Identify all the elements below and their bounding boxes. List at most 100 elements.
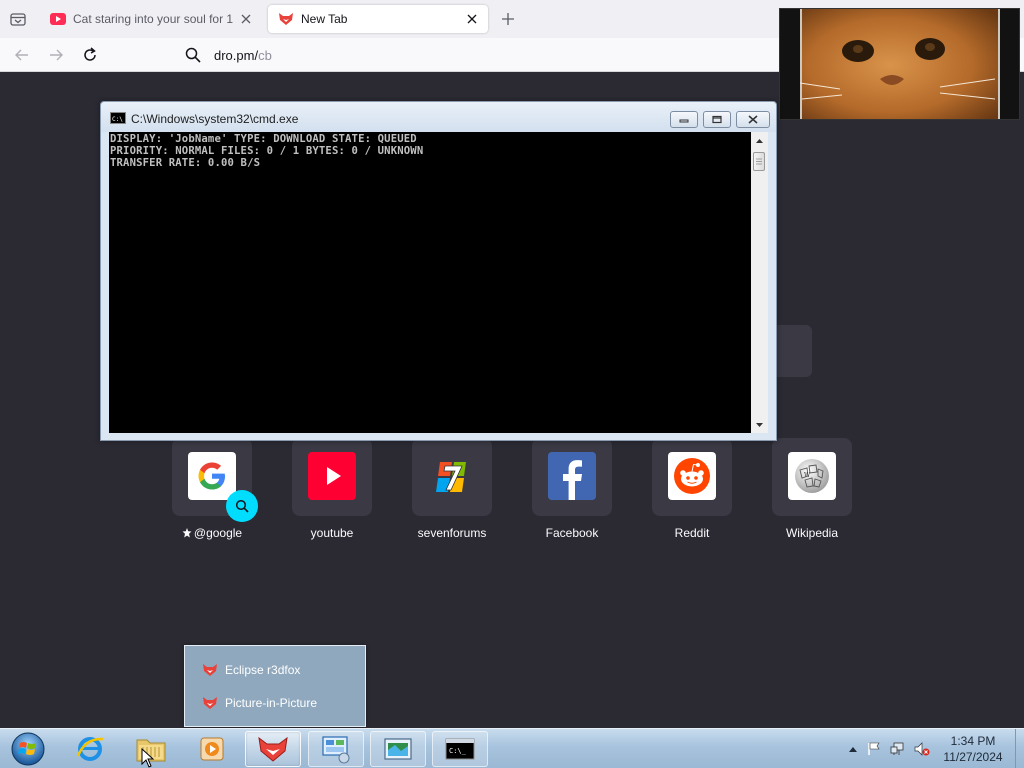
shortcut-tile-partial[interactable] xyxy=(777,325,812,377)
show-desktop-button[interactable] xyxy=(1015,729,1024,768)
close-button[interactable] xyxy=(736,111,770,128)
grip-icon xyxy=(756,158,762,165)
close-icon xyxy=(748,115,758,124)
svg-text:C:\: C:\ xyxy=(112,116,123,122)
shortcut-label: @google xyxy=(152,526,272,540)
taskbar-media-player[interactable] xyxy=(184,731,240,767)
cmd-window[interactable]: C:\ C:\Windows\system32\cmd.exe DISPLAY:… xyxy=(100,101,777,441)
close-tab-icon[interactable] xyxy=(464,11,480,27)
jump-list-item-pip[interactable]: Picture-in-Picture xyxy=(202,693,317,713)
search-shortcut-badge xyxy=(226,490,258,522)
search-icon xyxy=(235,499,249,513)
system-clock[interactable]: 1:34 PM 11/27/2024 xyxy=(935,733,1011,765)
control-panel-icon xyxy=(322,736,350,764)
maximize-button[interactable] xyxy=(703,111,731,128)
jump-list-label: Eclipse r3dfox xyxy=(225,663,301,677)
reload-button[interactable] xyxy=(78,43,102,67)
url-host: dro.pm/ xyxy=(214,47,259,63)
cmd-icon: C:\_ xyxy=(445,738,475,760)
shortcut-label: sevenforums xyxy=(417,526,487,540)
search-icon xyxy=(184,46,202,64)
r3dfox-favicon-icon xyxy=(278,11,294,27)
url-path: cb xyxy=(258,47,272,63)
url-text: dro.pm/cb xyxy=(214,48,272,63)
scroll-up-button[interactable] xyxy=(751,132,768,149)
taskbar-r3dfox[interactable] xyxy=(245,731,301,767)
tab-title: Cat staring into your soul for 1 xyxy=(73,12,233,26)
minimize-button[interactable] xyxy=(670,111,698,128)
clock-date: 11/27/2024 xyxy=(943,750,1003,764)
tab-title: New Tab xyxy=(301,12,348,26)
restore-icon xyxy=(712,115,722,124)
close-tab-icon[interactable] xyxy=(238,11,254,27)
volume-tray-icon[interactable] xyxy=(914,741,930,757)
plus-icon xyxy=(502,13,514,25)
tab-new-tab[interactable]: New Tab xyxy=(268,5,488,33)
taskbar-control-panel[interactable] xyxy=(308,731,364,767)
windows-logo-icon xyxy=(11,732,45,766)
youtube-icon xyxy=(308,452,356,500)
taskbar-internet-explorer[interactable] xyxy=(62,731,118,767)
scroll-down-arrow-icon xyxy=(756,422,763,427)
jump-list-label: Picture-in-Picture xyxy=(225,696,318,710)
scroll-up-arrow-icon xyxy=(756,138,763,143)
forward-button[interactable] xyxy=(44,43,68,67)
vertical-scrollbar[interactable] xyxy=(751,132,768,433)
shortcut-label: Reddit xyxy=(674,526,710,540)
reload-icon xyxy=(84,47,96,61)
google-icon xyxy=(188,452,236,500)
youtube-favicon-icon xyxy=(50,11,66,27)
shortcut-label: Wikipedia xyxy=(785,526,839,540)
network-tray-icon[interactable] xyxy=(890,741,906,757)
scroll-down-button[interactable] xyxy=(751,416,768,433)
cmd-title: C:\Windows\system32\cmd.exe xyxy=(131,112,299,126)
r3dfox-icon xyxy=(202,662,218,678)
flag-icon xyxy=(868,742,880,755)
shortcut-label: Facebook xyxy=(545,526,599,540)
tab-youtube-video[interactable]: Cat staring into your soul for 1 xyxy=(40,5,262,33)
r3dfox-icon xyxy=(258,736,288,762)
address-bar[interactable]: dro.pm/cb xyxy=(170,41,790,69)
back-button[interactable] xyxy=(10,43,34,67)
internet-explorer-icon xyxy=(76,737,104,761)
cmd-icon: C:\ xyxy=(110,112,126,124)
wikipedia-icon: W xyxy=(788,452,836,500)
arrow-left-icon xyxy=(15,49,28,61)
console-output[interactable]: DISPLAY: 'JobName' TYPE: DOWNLOAD STATE:… xyxy=(109,132,751,433)
tab-list-icon xyxy=(10,13,26,26)
arrow-right-icon xyxy=(50,49,63,61)
taskbar-jump-list: Eclipse r3dfox Picture-in-Picture xyxy=(184,645,366,727)
taskbar-cmd[interactable]: C:\_ xyxy=(432,731,488,767)
cmd-titlebar[interactable]: C:\ C:\Windows\system32\cmd.exe xyxy=(101,102,776,132)
show-hidden-icons-button[interactable] xyxy=(845,741,861,757)
media-player-icon xyxy=(200,737,224,761)
taskbar-desktop-window[interactable] xyxy=(370,731,426,767)
svg-text:C:\_: C:\_ xyxy=(449,747,467,755)
r3dfox-icon xyxy=(202,695,218,711)
picture-in-picture-video[interactable] xyxy=(779,8,1020,120)
clock-time: 1:34 PM xyxy=(950,734,996,748)
network-icon xyxy=(890,742,904,755)
action-center-tray-icon[interactable] xyxy=(866,741,882,757)
chevron-up-icon xyxy=(849,746,857,752)
desktop-window-icon xyxy=(384,738,412,760)
scroll-thumb[interactable] xyxy=(753,152,765,171)
minimize-icon xyxy=(679,119,689,122)
new-tab-button[interactable] xyxy=(497,8,519,30)
shortcut-label: youtube xyxy=(310,526,354,540)
cat-video-frame xyxy=(780,9,1019,119)
pin-icon xyxy=(182,528,192,538)
console-line: DISPLAY: 'JobName' TYPE: DOWNLOAD STATE:… xyxy=(110,133,417,145)
mouse-cursor-icon xyxy=(141,748,155,768)
console-line: TRANSFER RATE: 0.00 B/S xyxy=(110,157,261,169)
start-button[interactable] xyxy=(8,730,48,768)
svg-text:W: W xyxy=(804,472,811,479)
list-all-tabs-button[interactable] xyxy=(6,8,30,30)
volume-muted-icon xyxy=(914,742,930,756)
jump-list-item-r3dfox[interactable]: Eclipse r3dfox xyxy=(202,660,300,680)
console-line: PRIORITY: NORMAL FILES: 0 / 1 BYTES: 0 /… xyxy=(110,145,424,157)
facebook-icon xyxy=(548,452,596,500)
reddit-icon xyxy=(668,452,716,500)
shortcut-label-text: @google xyxy=(193,526,243,540)
sevenforums-icon xyxy=(428,452,476,500)
